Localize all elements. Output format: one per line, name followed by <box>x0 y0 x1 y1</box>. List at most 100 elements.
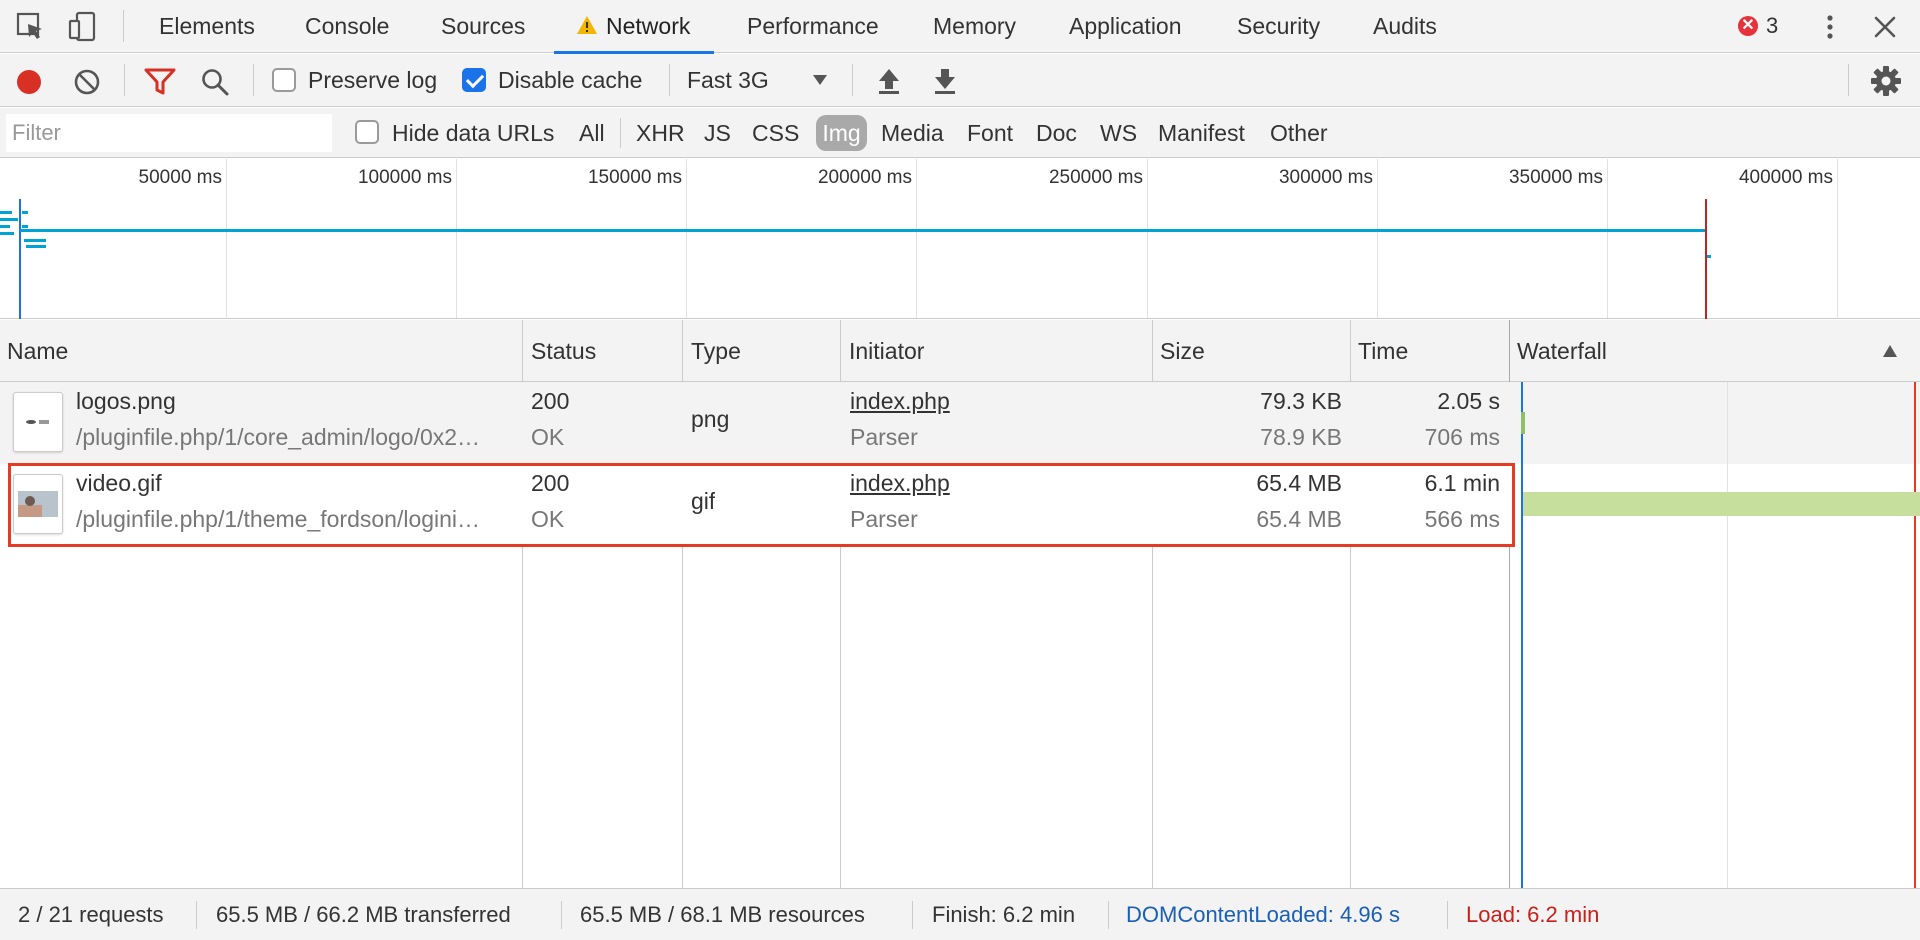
request-path: /pluginfile.php/1/theme_fordson/logini… <box>76 506 481 532</box>
column-header-waterfall[interactable]: Waterfall <box>1510 320 1607 382</box>
separator <box>124 64 125 96</box>
latency: 566 ms <box>1424 506 1500 532</box>
column-header-time[interactable]: Time <box>1351 320 1408 382</box>
inspect-element-icon[interactable] <box>14 10 48 44</box>
filter-font[interactable]: Font <box>963 115 1017 151</box>
warning-icon <box>577 16 597 35</box>
hide-data-urls-checkbox[interactable] <box>355 120 379 144</box>
transferred-size: 65.5 MB / 66.2 MB transferred <box>216 902 511 927</box>
column-header-name[interactable]: Name <box>0 320 68 382</box>
filter-ws[interactable]: WS <box>1096 115 1141 151</box>
tab-network[interactable]: Network <box>553 0 715 54</box>
column-header-type[interactable]: Type <box>684 320 741 382</box>
waterfall-chart[interactable] <box>1510 382 1920 888</box>
latency: 706 ms <box>1424 424 1500 450</box>
filter-css[interactable]: CSS <box>748 115 803 151</box>
column-header-initiator[interactable]: Initiator <box>842 320 924 382</box>
request-count: 2 / 21 requests <box>18 902 164 927</box>
table-header: Name Status Type Initiator Size Time Wat… <box>0 320 1920 382</box>
separator <box>1848 64 1849 96</box>
filter-img[interactable]: Img <box>816 115 867 151</box>
close-icon[interactable] <box>1870 12 1900 42</box>
table-row[interactable]: video.gif /pluginfile.php/1/theme_fordso… <box>0 464 1510 546</box>
disable-cache-label[interactable]: Disable cache <box>498 54 642 107</box>
initiator-link[interactable]: index.php <box>850 470 950 497</box>
filter-manifest[interactable]: Manifest <box>1154 115 1249 151</box>
status-text: OK <box>531 424 565 450</box>
transfer-size: 79.3 KB <box>1260 388 1342 414</box>
request-name[interactable]: video.gif <box>76 470 516 497</box>
dropdown-arrow-icon[interactable] <box>812 74 828 86</box>
more-options-icon[interactable] <box>1818 12 1842 42</box>
image-thumbnail <box>13 474 63 534</box>
initiator-type: Parser <box>850 506 918 532</box>
devtools-tab-bar: Elements Console Sources Network Perform… <box>0 0 1920 54</box>
separator <box>561 901 562 929</box>
filter-all[interactable]: All <box>575 115 609 151</box>
tab-memory[interactable]: Memory <box>933 0 1016 53</box>
tab-security[interactable]: Security <box>1237 0 1320 53</box>
request-path: /pluginfile.php/1/core_admin/logo/0x2… <box>76 424 481 450</box>
network-requests-table: Name Status Type Initiator Size Time Wat… <box>0 320 1920 888</box>
separator <box>123 10 124 42</box>
separator <box>620 118 621 148</box>
error-count: 3 <box>1766 13 1779 38</box>
table-row[interactable]: logos.png /pluginfile.php/1/core_admin/l… <box>0 382 1510 464</box>
overview-bars <box>0 199 1711 319</box>
settings-gear-icon[interactable] <box>1870 65 1902 97</box>
error-icon: ✕ <box>1738 16 1758 36</box>
initiator-type: Parser <box>850 424 918 450</box>
search-icon[interactable] <box>200 67 230 97</box>
total-time: 6.1 min <box>1424 470 1500 496</box>
summary-bar: 2 / 21 requests 65.5 MB / 66.2 MB transf… <box>0 888 1920 940</box>
column-header-status[interactable]: Status <box>524 320 596 382</box>
filter-js[interactable]: JS <box>700 115 735 151</box>
separator <box>852 64 853 96</box>
tab-network-label: Network <box>606 13 691 39</box>
tab-application[interactable]: Application <box>1069 0 1182 53</box>
throttling-select[interactable]: Fast 3G <box>687 54 769 107</box>
filter-icon[interactable] <box>144 67 176 97</box>
load-time: Load: 6.2 min <box>1466 902 1600 927</box>
total-time: 2.05 s <box>1437 388 1500 414</box>
waterfall-bar <box>1521 412 1525 434</box>
import-har-icon[interactable] <box>876 66 902 96</box>
initiator-link[interactable]: index.php <box>850 388 950 415</box>
overview-timeline[interactable]: 50000 ms 100000 ms 150000 ms 200000 ms 2… <box>0 159 1920 319</box>
preserve-log-label[interactable]: Preserve log <box>308 54 437 107</box>
separator <box>1108 901 1109 929</box>
resources-size: 65.5 MB / 68.1 MB resources <box>580 902 865 927</box>
preserve-log-checkbox[interactable] <box>272 68 296 92</box>
tab-console[interactable]: Console <box>305 0 389 53</box>
clear-icon[interactable] <box>72 67 102 97</box>
filter-xhr[interactable]: XHR <box>632 115 689 151</box>
status-text: OK <box>531 506 565 532</box>
resource-size: 78.9 KB <box>1260 424 1342 450</box>
filter-input[interactable] <box>6 114 332 152</box>
tab-performance[interactable]: Performance <box>747 0 879 53</box>
sort-ascending-icon[interactable] <box>1882 344 1898 358</box>
column-header-size[interactable]: Size <box>1153 320 1205 382</box>
filter-bar: Hide data URLs All XHR JS CSS Img Media … <box>0 108 1920 158</box>
filter-media[interactable]: Media <box>877 115 948 151</box>
tab-sources[interactable]: Sources <box>441 0 525 53</box>
transfer-size: 65.4 MB <box>1256 470 1342 496</box>
filter-doc[interactable]: Doc <box>1032 115 1081 151</box>
error-counter[interactable]: ✕ 3 <box>1738 11 1778 41</box>
device-toolbar-icon[interactable] <box>66 10 100 44</box>
image-thumbnail <box>13 392 63 452</box>
finish-time: Finish: 6.2 min <box>932 902 1076 927</box>
status-code: 200 <box>531 470 570 496</box>
hide-data-urls-label[interactable]: Hide data URLs <box>392 108 554 158</box>
waterfall-bar <box>1523 492 1920 516</box>
tab-audits[interactable]: Audits <box>1373 0 1437 53</box>
filter-other[interactable]: Other <box>1266 115 1332 151</box>
separator <box>912 901 913 929</box>
request-name[interactable]: logos.png <box>76 388 516 415</box>
resource-type: gif <box>691 488 716 514</box>
dom-content-loaded: DOMContentLoaded: 4.96 s <box>1126 902 1400 927</box>
tab-elements[interactable]: Elements <box>159 0 255 53</box>
export-har-icon[interactable] <box>932 66 958 96</box>
record-icon[interactable] <box>13 66 45 98</box>
disable-cache-checkbox[interactable] <box>462 68 486 92</box>
